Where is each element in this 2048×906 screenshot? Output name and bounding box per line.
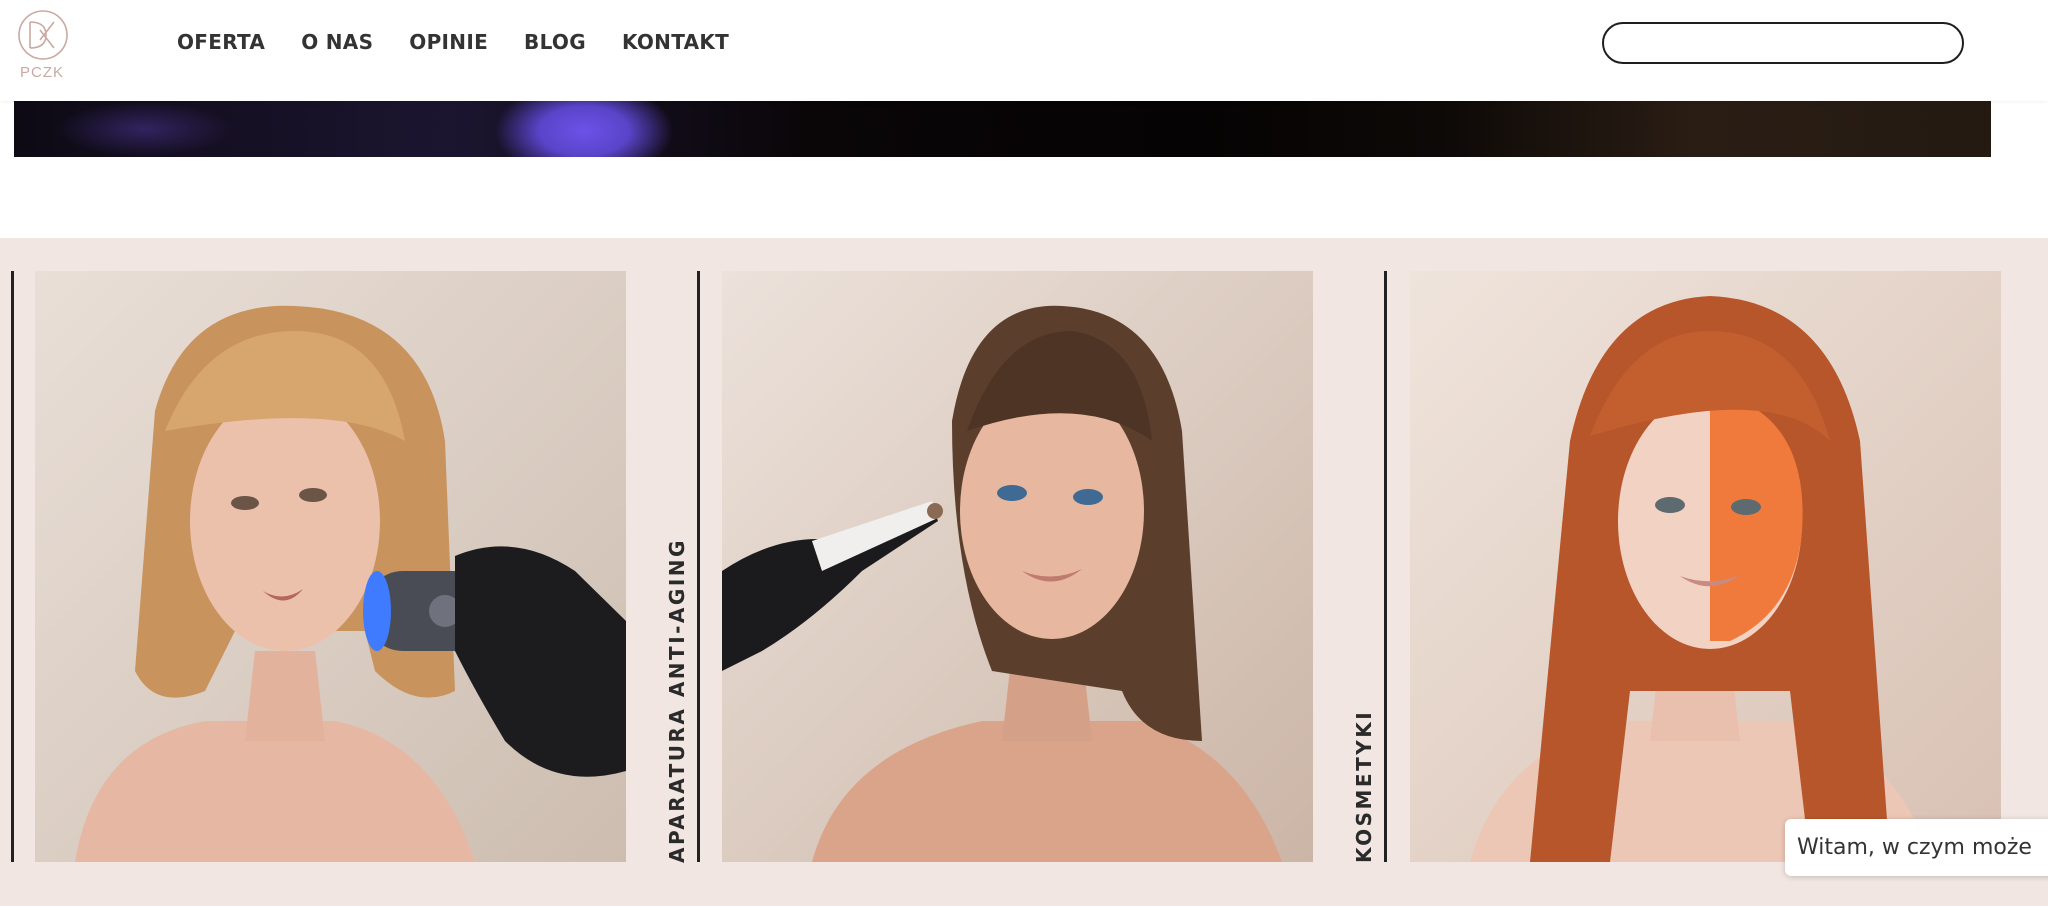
photo-woman-brunette-device [722,271,1313,862]
nav-item-blog[interactable]: BLOG [524,30,586,54]
hero-banner-image [14,101,1991,157]
photo-woman-blonde-device [35,271,626,862]
nav-item-opinie[interactable]: OPINIE [409,30,488,54]
category-label-anti-aging[interactable]: APARATURA ANTI-AGING [665,538,689,863]
chat-widget-bubble[interactable]: Witam, w czym może [1785,819,2048,876]
logo-mark-icon [18,10,68,60]
site-header: PCZK OFERTA O NAS OPINIE BLOG KONTAKT [0,0,2048,101]
main-nav: OFERTA O NAS OPINIE BLOG KONTAKT [177,30,729,54]
logo[interactable]: PCZK [16,8,72,86]
hero-glow-left [54,101,234,157]
category-divider-line [11,271,14,862]
hero-glow [494,101,674,157]
nav-item-o-nas[interactable]: O NAS [301,30,373,54]
nav-item-oferta[interactable]: OFERTA [177,30,265,54]
search-input[interactable] [1602,22,1964,64]
category-card-image[interactable] [722,271,1313,862]
category-label-kosmetyki[interactable]: KOSMETYKI [1352,710,1376,863]
category-divider-line [697,271,700,862]
photo-woman-redhead-mask [1410,271,2001,862]
nav-item-kontakt[interactable]: KONTAKT [622,30,729,54]
category-card-image[interactable] [35,271,626,862]
category-divider-line [1384,271,1387,862]
logo-text: PCZK [20,64,65,81]
category-card-image[interactable] [1410,271,2001,862]
